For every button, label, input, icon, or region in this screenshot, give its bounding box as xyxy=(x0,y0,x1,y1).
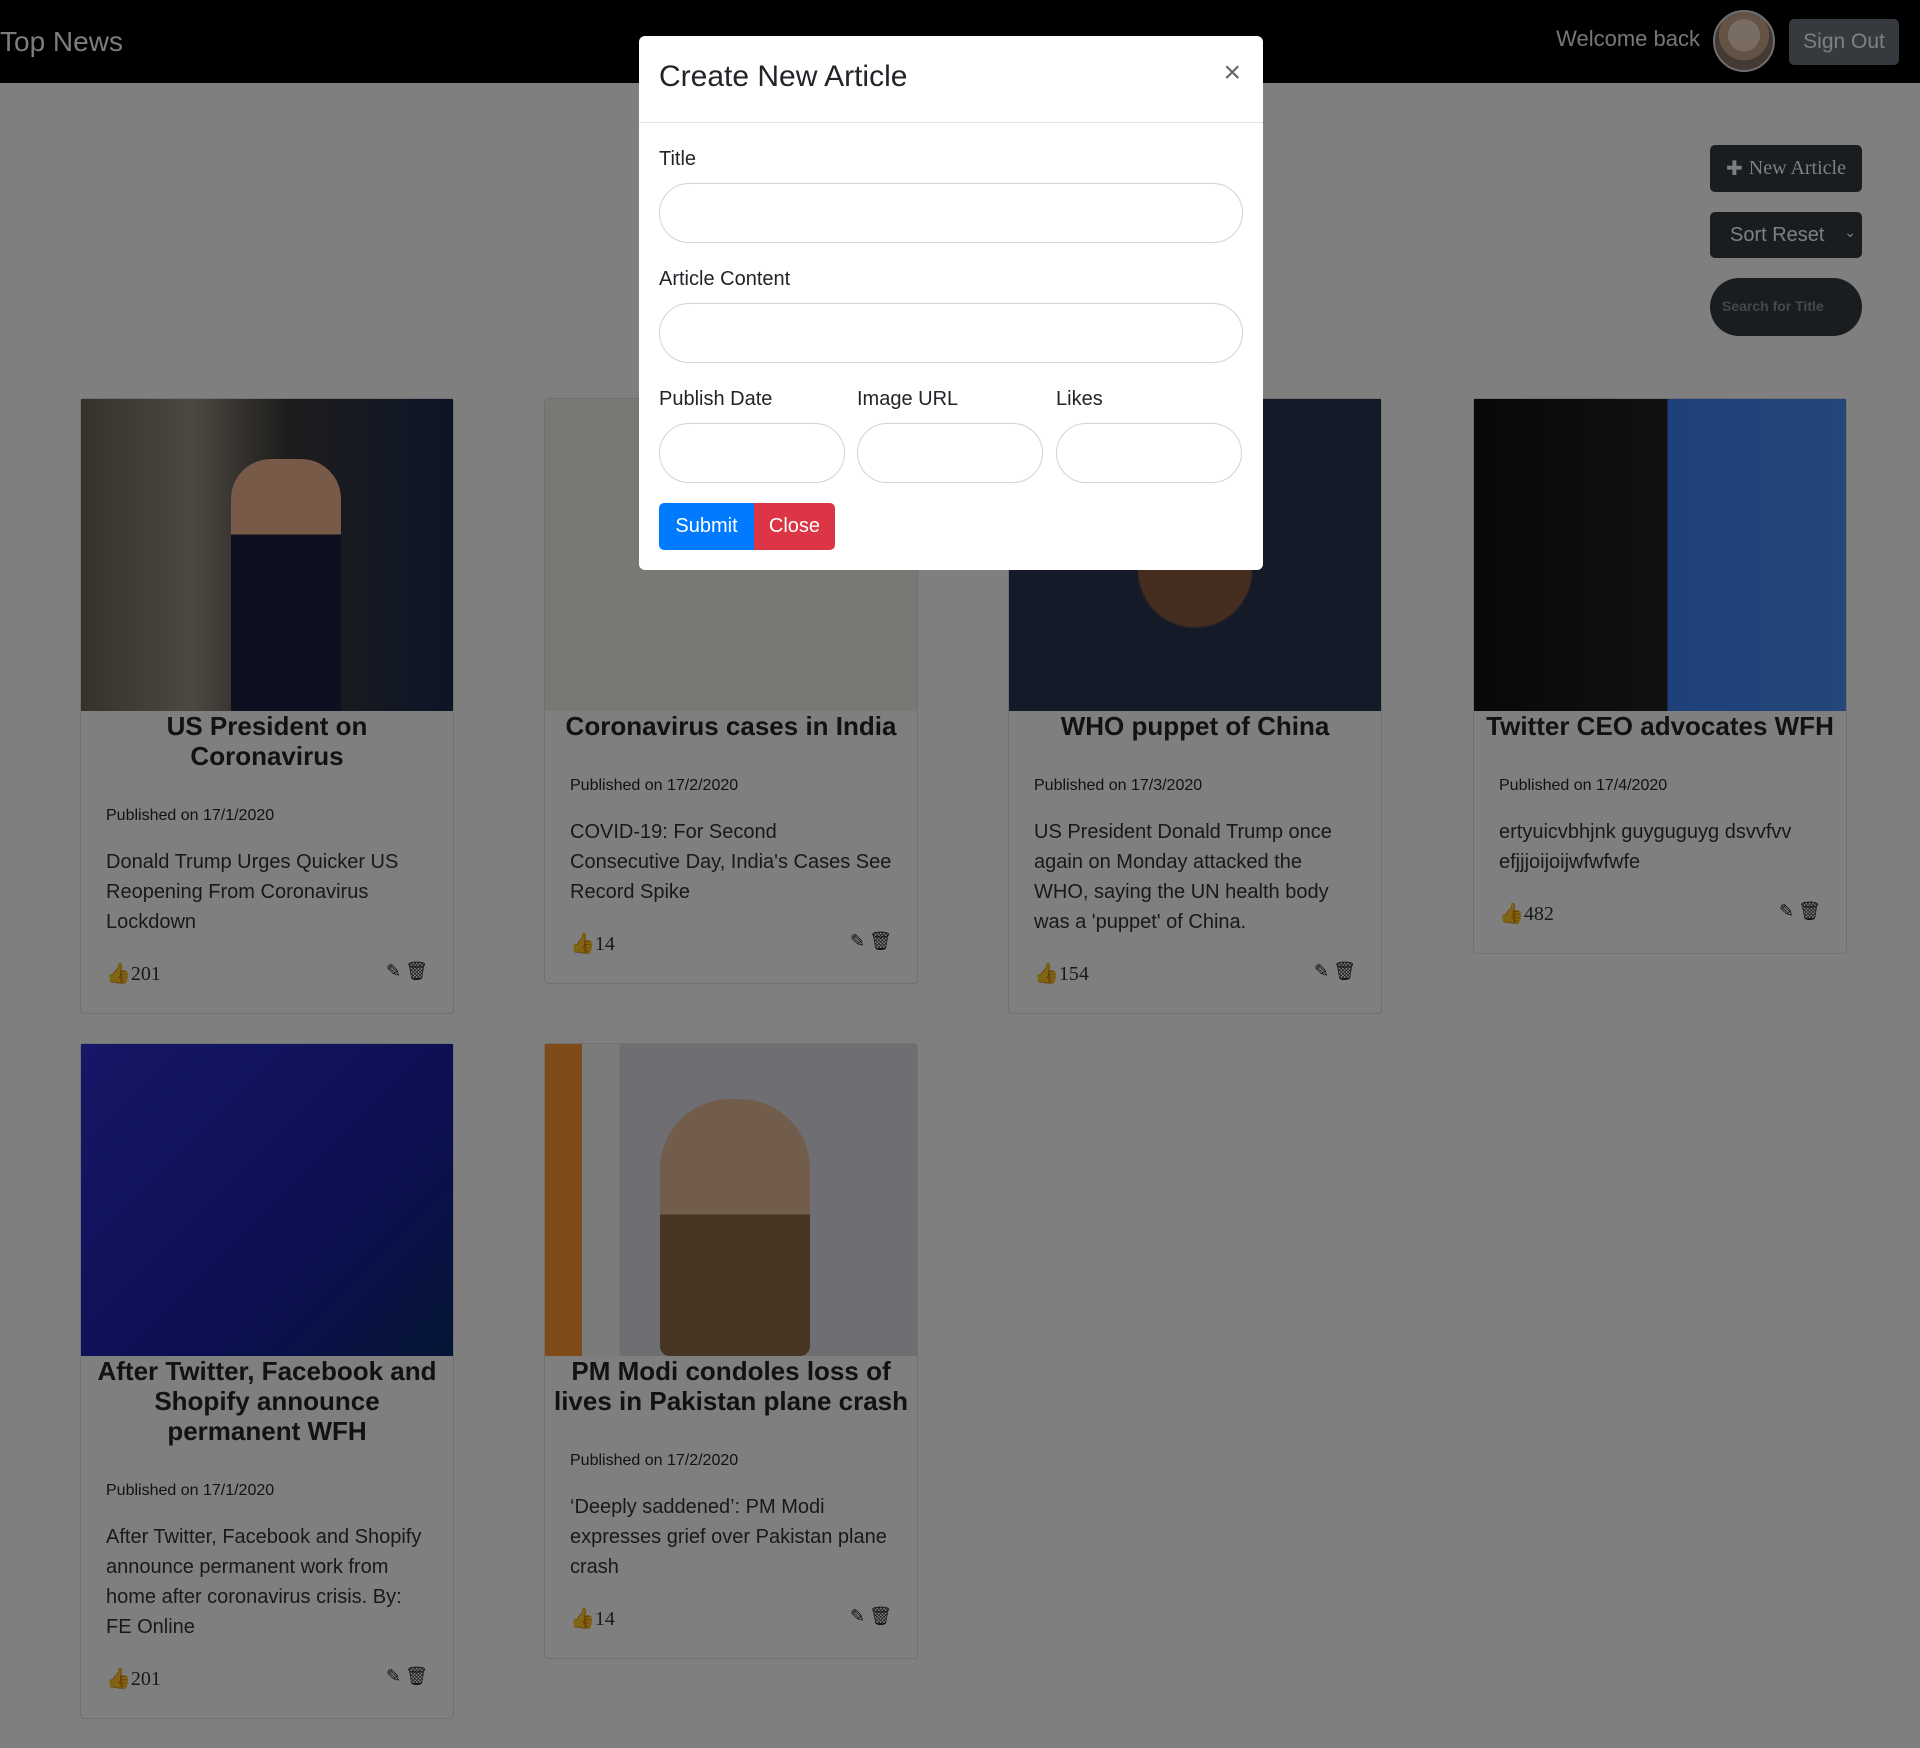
close-button[interactable]: Close xyxy=(754,503,835,550)
submit-button[interactable]: Submit xyxy=(659,503,754,550)
create-article-modal: Create New Article × Title Article Conte… xyxy=(639,36,1263,570)
image-url-label: Image URL xyxy=(857,388,959,410)
likes-input[interactable] xyxy=(1056,423,1242,483)
image-url-input[interactable] xyxy=(857,423,1043,483)
publish-date-input[interactable] xyxy=(659,423,845,483)
modal-header: Create New Article × xyxy=(639,36,1263,123)
publish-date-label: Publish Date xyxy=(659,388,773,410)
title-input[interactable] xyxy=(659,183,1243,243)
content-input[interactable] xyxy=(659,303,1243,363)
close-icon[interactable]: × xyxy=(1223,56,1241,90)
likes-label: Likes xyxy=(1056,388,1103,410)
content-label: Article Content xyxy=(659,268,791,290)
modal-title: Create New Article xyxy=(659,60,908,93)
title-label: Title xyxy=(659,148,697,170)
